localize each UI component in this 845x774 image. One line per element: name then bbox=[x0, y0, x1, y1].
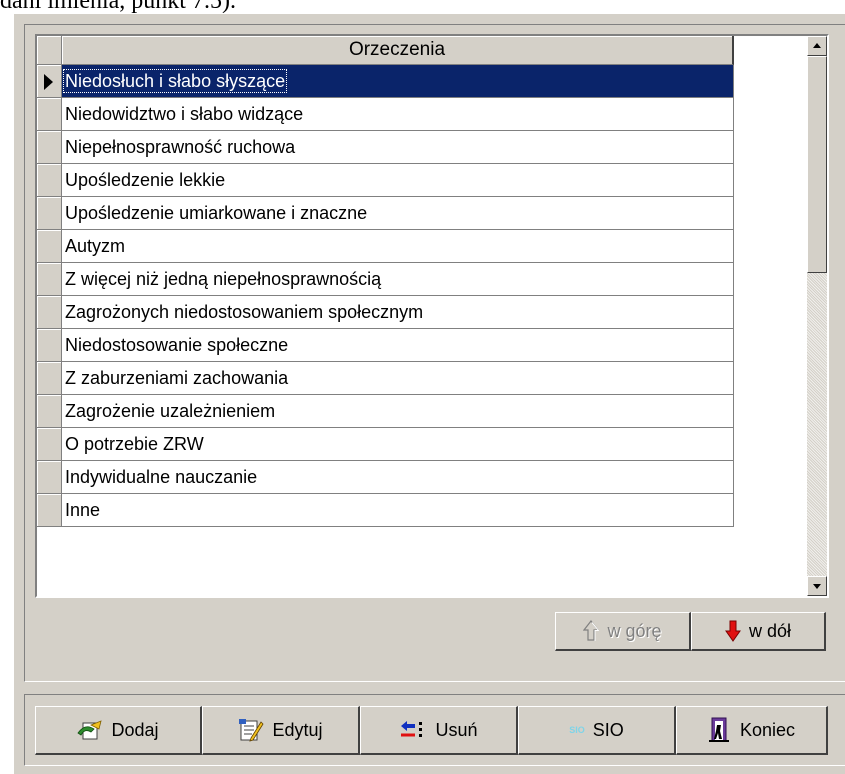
orzeczenie-label: Z więcej niż jedną niepełnosprawnością bbox=[65, 269, 382, 289]
add-record-icon bbox=[77, 720, 103, 740]
orzeczenie-label: Niepełnosprawność ruchowa bbox=[65, 137, 296, 157]
orzeczenie-label: Inne bbox=[65, 500, 101, 520]
orzeczenie-label: Autyzm bbox=[65, 236, 126, 256]
move-up-button[interactable]: w górę bbox=[555, 612, 691, 651]
arrow-down-red-icon bbox=[725, 620, 741, 642]
row-indicator-cell[interactable] bbox=[37, 98, 62, 131]
orzeczenie-cell[interactable]: Z zaburzeniami zachowania bbox=[62, 362, 734, 395]
table-row[interactable]: O potrzebie ZRW bbox=[37, 428, 807, 461]
orzeczenie-cell[interactable]: Upośledzenie umiarkowane i znaczne bbox=[62, 197, 734, 230]
table-row[interactable]: Inne bbox=[37, 494, 807, 527]
table-row[interactable]: Indywidualne nauczanie bbox=[37, 461, 807, 494]
edit-label: Edytuj bbox=[272, 719, 323, 740]
table-row[interactable]: Z zaburzeniami zachowania bbox=[37, 362, 807, 395]
vertical-scrollbar[interactable] bbox=[807, 36, 827, 596]
scroll-down-button[interactable] bbox=[807, 576, 827, 596]
row-indicator-cell[interactable] bbox=[37, 461, 62, 494]
orzeczenia-grid[interactable]: Orzeczenia Niedosłuch i słabo słyszące Ni… bbox=[35, 34, 829, 598]
add-button[interactable]: Dodaj bbox=[35, 706, 202, 755]
edit-button[interactable]: Edytuj bbox=[202, 706, 360, 755]
column-header-orzeczenia[interactable]: Orzeczenia bbox=[62, 36, 734, 65]
table-row[interactable]: Upośledzenie lekkie bbox=[37, 164, 807, 197]
orzeczenia-dialog: Orzeczenia Niedosłuch i słabo słyszące Ni… bbox=[13, 13, 845, 774]
orzeczenie-cell[interactable]: Zagrożonych niedostosowaniem społecznym bbox=[62, 296, 734, 329]
row-indicator-cell[interactable] bbox=[37, 263, 62, 296]
orzeczenie-label: Niedosłuch i słabo słyszące bbox=[62, 69, 288, 93]
move-down-label: w dół bbox=[748, 620, 792, 641]
table-row[interactable]: Niedosłuch i słabo słyszące bbox=[37, 65, 807, 98]
row-indicator-cell[interactable] bbox=[37, 164, 62, 197]
row-indicator-cell[interactable] bbox=[37, 395, 62, 428]
sio-label: SIO bbox=[592, 719, 624, 740]
table-row[interactable]: Z więcej niż jedną niepełnosprawnością bbox=[37, 263, 807, 296]
delete-button[interactable]: Usuń bbox=[360, 706, 518, 755]
table-row[interactable]: Niedostosowanie społeczne bbox=[37, 329, 807, 362]
table-row[interactable]: Niedowidztwo i słabo widzące bbox=[37, 98, 807, 131]
orzeczenie-label: Upośledzenie lekkie bbox=[65, 170, 226, 190]
orzeczenie-cell[interactable]: O potrzebie ZRW bbox=[62, 428, 734, 461]
orzeczenie-label: Niedostosowanie społeczne bbox=[65, 335, 289, 355]
row-indicator-cell[interactable] bbox=[37, 296, 62, 329]
exit-button[interactable]: Koniec bbox=[676, 706, 828, 755]
delete-rows-icon bbox=[401, 721, 423, 737]
sio-icon: SIO bbox=[569, 725, 585, 735]
orzeczenie-cell[interactable]: Niedostosowanie społeczne bbox=[62, 329, 734, 362]
arrow-up-outline-icon bbox=[583, 620, 600, 641]
exit-door-icon bbox=[708, 717, 729, 742]
row-indicator-cell[interactable] bbox=[37, 494, 62, 527]
edit-document-icon bbox=[239, 719, 264, 742]
move-up-label: w górę bbox=[607, 620, 662, 641]
row-indicator-cell[interactable] bbox=[37, 197, 62, 230]
orzeczenie-label: Niedowidztwo i słabo widzące bbox=[65, 104, 304, 124]
orzeczenie-cell[interactable]: Niedosłuch i słabo słyszące bbox=[62, 65, 734, 98]
orzeczenie-cell[interactable]: Z więcej niż jedną niepełnosprawnością bbox=[62, 263, 734, 296]
grid-body: Orzeczenia Niedosłuch i słabo słyszące Ni… bbox=[37, 36, 807, 596]
exit-label: Koniec bbox=[739, 719, 796, 740]
row-indicator-cell[interactable] bbox=[37, 65, 62, 98]
orzeczenie-label: Zagrożenie uzależnieniem bbox=[65, 401, 276, 421]
row-indicator-cell[interactable] bbox=[37, 131, 62, 164]
current-row-arrow-icon bbox=[44, 74, 53, 90]
scroll-down-arrow-icon bbox=[813, 584, 821, 589]
delete-label: Usuń bbox=[435, 719, 478, 740]
header-indicator-cell bbox=[37, 36, 62, 65]
orzeczenie-cell[interactable]: Zagrożenie uzależnieniem bbox=[62, 395, 734, 428]
orzeczenie-cell[interactable]: Niepełnosprawność ruchowa bbox=[62, 131, 734, 164]
row-indicator-cell[interactable] bbox=[37, 329, 62, 362]
scroll-thumb[interactable] bbox=[807, 56, 827, 273]
orzeczenie-cell[interactable]: Niedowidztwo i słabo widzące bbox=[62, 98, 734, 131]
orzeczenie-cell[interactable]: Indywidualne nauczanie bbox=[62, 461, 734, 494]
scroll-up-arrow-icon bbox=[813, 43, 821, 48]
table-row[interactable]: Zagrożonych niedostosowaniem społecznym bbox=[37, 296, 807, 329]
orzeczenie-label: Upośledzenie umiarkowane i znaczne bbox=[65, 203, 368, 223]
orzeczenie-cell[interactable]: Upośledzenie lekkie bbox=[62, 164, 734, 197]
scroll-up-button[interactable] bbox=[807, 36, 827, 56]
table-row[interactable]: Zagrożenie uzależnieniem bbox=[37, 395, 807, 428]
row-indicator-cell[interactable] bbox=[37, 362, 62, 395]
row-indicator-cell[interactable] bbox=[37, 230, 62, 263]
orzeczenie-cell[interactable]: Autyzm bbox=[62, 230, 734, 263]
grid-header-row: Orzeczenia bbox=[37, 36, 807, 65]
add-label: Dodaj bbox=[111, 719, 159, 740]
orzeczenie-label: Z zaburzeniami zachowania bbox=[65, 368, 289, 388]
row-indicator-cell[interactable] bbox=[37, 428, 62, 461]
move-down-button[interactable]: w dół bbox=[691, 612, 826, 651]
table-row[interactable]: Upośledzenie umiarkowane i znaczne bbox=[37, 197, 807, 230]
orzeczenie-label: O potrzebie ZRW bbox=[65, 434, 204, 454]
table-row[interactable]: Autyzm bbox=[37, 230, 807, 263]
sio-button[interactable]: SIO SIO bbox=[518, 706, 676, 755]
orzeczenie-cell[interactable]: Inne bbox=[62, 494, 734, 527]
table-row[interactable]: Niepełnosprawność ruchowa bbox=[37, 131, 807, 164]
orzeczenie-label: Indywidualne nauczanie bbox=[65, 467, 258, 487]
orzeczenie-label: Zagrożonych niedostosowaniem społecznym bbox=[65, 302, 424, 322]
